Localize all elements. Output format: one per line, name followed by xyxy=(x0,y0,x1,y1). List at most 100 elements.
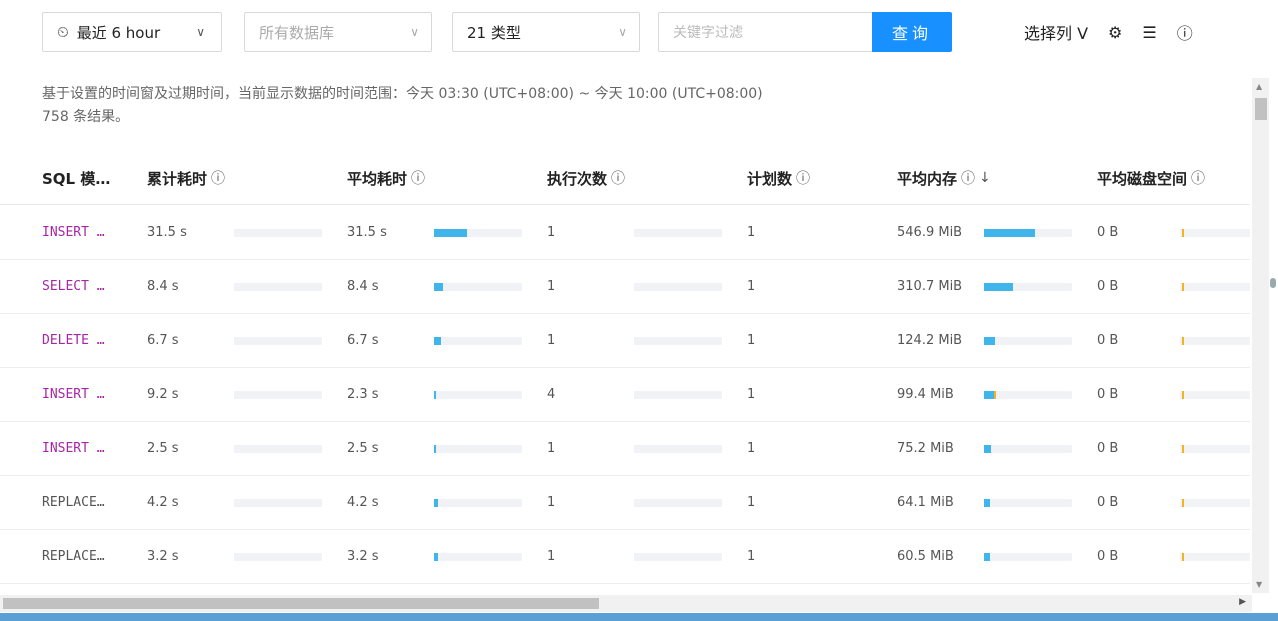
plan-count: 1 xyxy=(747,495,756,510)
scroll-up-icon[interactable]: ▲ xyxy=(1256,82,1262,91)
info-icon[interactable]: ⓘ xyxy=(1191,168,1205,188)
info-icon[interactable]: ⓘ xyxy=(961,168,975,188)
avg-latency: 4.2 s xyxy=(347,495,379,510)
avg-disk: 0 B xyxy=(1097,333,1119,348)
avg-memory: 310.7 MiB xyxy=(897,279,963,294)
type-label: 21 类型 xyxy=(467,23,521,42)
keyword-filter-input[interactable]: 关键字过滤 xyxy=(658,12,874,52)
select-columns-button[interactable]: 选择列 V xyxy=(1024,20,1088,44)
table-row[interactable]: INSERT … 31.5 s 31.5 s 1 1 546.9 MiB 0 B xyxy=(0,206,1250,260)
sql-template[interactable]: INSERT … xyxy=(42,422,105,475)
scroll-down-icon[interactable]: ▼ xyxy=(1256,580,1262,589)
col-plan-count[interactable]: 计划数 ⓘ xyxy=(747,152,810,204)
chevron-down-icon: ∨ xyxy=(410,25,419,39)
scroll-thumb[interactable] xyxy=(3,598,599,609)
table-row[interactable]: INSERT … 9.2 s 2.3 s 4 1 99.4 MiB 0 B xyxy=(0,368,1250,422)
statements-table: SQL 模… 累计耗时 ⓘ 平均耗时 ⓘ 执行次数 ⓘ 计划数 ⓘ 平均内存 ⓘ ↓ 平均磁… xyxy=(0,152,1250,590)
total-latency-bar xyxy=(234,336,322,345)
avg-memory-bar xyxy=(984,444,1072,453)
table-row[interactable]: DELETE … 6.7 s 6.7 s 1 1 124.2 MiB 0 B xyxy=(0,314,1250,368)
avg-disk-bar xyxy=(1180,552,1250,561)
total-latency-bar xyxy=(234,228,322,237)
plan-count: 1 xyxy=(747,441,756,456)
col-exec-count[interactable]: 执行次数 ⓘ xyxy=(547,152,625,204)
total-latency-bar xyxy=(234,282,322,291)
chevron-down-icon: ∨ xyxy=(618,25,627,39)
sql-template[interactable]: REPLACE… xyxy=(42,530,105,583)
vertical-scrollbar[interactable]: ▲ ▼ xyxy=(1252,78,1269,593)
avg-disk: 0 B xyxy=(1097,549,1119,564)
info-icon[interactable]: ⓘ xyxy=(611,168,625,188)
avg-memory-bar xyxy=(984,498,1072,507)
total-latency-bar xyxy=(234,552,322,561)
col-sql-template[interactable]: SQL 模… xyxy=(42,152,110,204)
menu-icon[interactable]: ☰ xyxy=(1142,23,1156,42)
avg-disk: 0 B xyxy=(1097,225,1119,240)
avg-memory: 75.2 MiB xyxy=(897,441,954,456)
col-avg-disk[interactable]: 平均磁盘空间 ⓘ xyxy=(1097,152,1205,204)
help-icon[interactable]: ⓘ xyxy=(1177,20,1193,44)
type-select[interactable]: 21 类型 ∨ xyxy=(452,12,640,52)
avg-memory-bar xyxy=(984,282,1072,291)
exec-count-bar xyxy=(634,498,722,507)
avg-latency: 8.4 s xyxy=(347,279,379,294)
info-icon[interactable]: ⓘ xyxy=(411,168,425,188)
table-row[interactable]: SELECT … 8.4 s 8.4 s 1 1 310.7 MiB 0 B xyxy=(0,260,1250,314)
horizontal-scrollbar[interactable]: ▶ xyxy=(0,595,1252,612)
col-avg-latency[interactable]: 平均耗时 ⓘ xyxy=(347,152,425,204)
table-header: SQL 模… 累计耗时 ⓘ 平均耗时 ⓘ 执行次数 ⓘ 计划数 ⓘ 平均内存 ⓘ ↓ 平均磁… xyxy=(0,152,1250,205)
table-row[interactable]: REPLACE… 4.2 s 4.2 s 1 1 64.1 MiB 0 B xyxy=(0,476,1250,530)
col-avg-memory[interactable]: 平均内存 ⓘ ↓ xyxy=(897,152,991,204)
exec-count-bar xyxy=(634,552,722,561)
chevron-down-icon: ∨ xyxy=(196,25,205,39)
sort-desc-icon[interactable]: ↓ xyxy=(979,170,991,186)
avg-memory-bar xyxy=(984,552,1072,561)
total-latency: 3.2 s xyxy=(147,549,179,564)
sql-template[interactable]: DELETE … xyxy=(42,314,105,367)
avg-disk: 0 B xyxy=(1097,441,1119,456)
avg-disk-bar xyxy=(1180,336,1250,345)
exec-count: 1 xyxy=(547,225,556,240)
table-row[interactable]: INSERT … 2.5 s 2.5 s 1 1 75.2 MiB 0 B xyxy=(0,422,1250,476)
avg-memory-bar xyxy=(984,390,1072,399)
time-range-select[interactable]: ⏲ 最近 6 hour ∨ xyxy=(42,12,222,52)
avg-memory: 546.9 MiB xyxy=(897,225,963,240)
total-latency: 31.5 s xyxy=(147,225,187,240)
taskbar xyxy=(0,613,1278,621)
table-row[interactable]: REPLACE… 3.2 s 3.2 s 1 1 60.5 MiB 0 B xyxy=(0,530,1250,584)
avg-latency: 6.7 s xyxy=(347,333,379,348)
sql-template[interactable]: REPLACE… xyxy=(42,476,105,529)
exec-count: 1 xyxy=(547,441,556,456)
gear-icon[interactable]: ⚙ xyxy=(1108,23,1122,42)
table-tools: 选择列 V ⚙ ☰ ⓘ xyxy=(1024,12,1213,52)
info-icon[interactable]: ⓘ xyxy=(211,168,225,188)
clock-icon: ⏲ xyxy=(57,23,69,41)
exec-count: 4 xyxy=(547,387,556,402)
scroll-right-icon[interactable]: ▶ xyxy=(1239,597,1246,607)
database-select[interactable]: 所有数据库 ∨ xyxy=(244,12,432,52)
avg-latency-bar xyxy=(434,390,522,399)
avg-latency-bar xyxy=(434,552,522,561)
avg-disk: 0 B xyxy=(1097,279,1119,294)
exec-count-bar xyxy=(634,390,722,399)
sql-template[interactable]: INSERT … xyxy=(42,206,105,259)
col-total-latency[interactable]: 累计耗时 ⓘ xyxy=(147,152,225,204)
info-icon[interactable]: ⓘ xyxy=(796,168,810,188)
avg-latency: 2.3 s xyxy=(347,387,379,402)
query-button[interactable]: 查询 xyxy=(872,12,952,52)
time-range-info: 基于设置的时间窗及过期时间，当前显示数据的时间范围：今天 03:30 (UTC+… xyxy=(42,83,763,129)
sql-template[interactable]: INSERT … xyxy=(42,368,105,421)
exec-count: 1 xyxy=(547,549,556,564)
keyword-filter-placeholder: 关键字过滤 xyxy=(673,25,743,41)
scroll-thumb[interactable] xyxy=(1255,98,1267,120)
avg-disk-bar xyxy=(1180,498,1250,507)
avg-disk-bar xyxy=(1180,444,1250,453)
exec-count-bar xyxy=(634,336,722,345)
total-latency: 4.2 s xyxy=(147,495,179,510)
total-latency: 2.5 s xyxy=(147,441,179,456)
exec-count: 1 xyxy=(547,495,556,510)
sql-template[interactable]: SELECT … xyxy=(42,260,105,313)
exec-count-bar xyxy=(634,282,722,291)
total-latency-bar xyxy=(234,390,322,399)
avg-memory: 124.2 MiB xyxy=(897,333,963,348)
